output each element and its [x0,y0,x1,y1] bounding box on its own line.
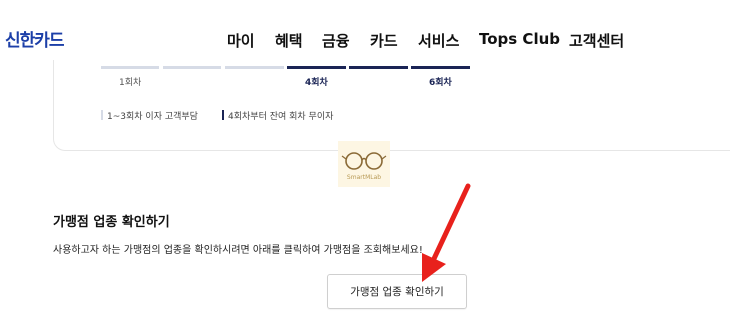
red-arrow-annotation [422,183,471,282]
